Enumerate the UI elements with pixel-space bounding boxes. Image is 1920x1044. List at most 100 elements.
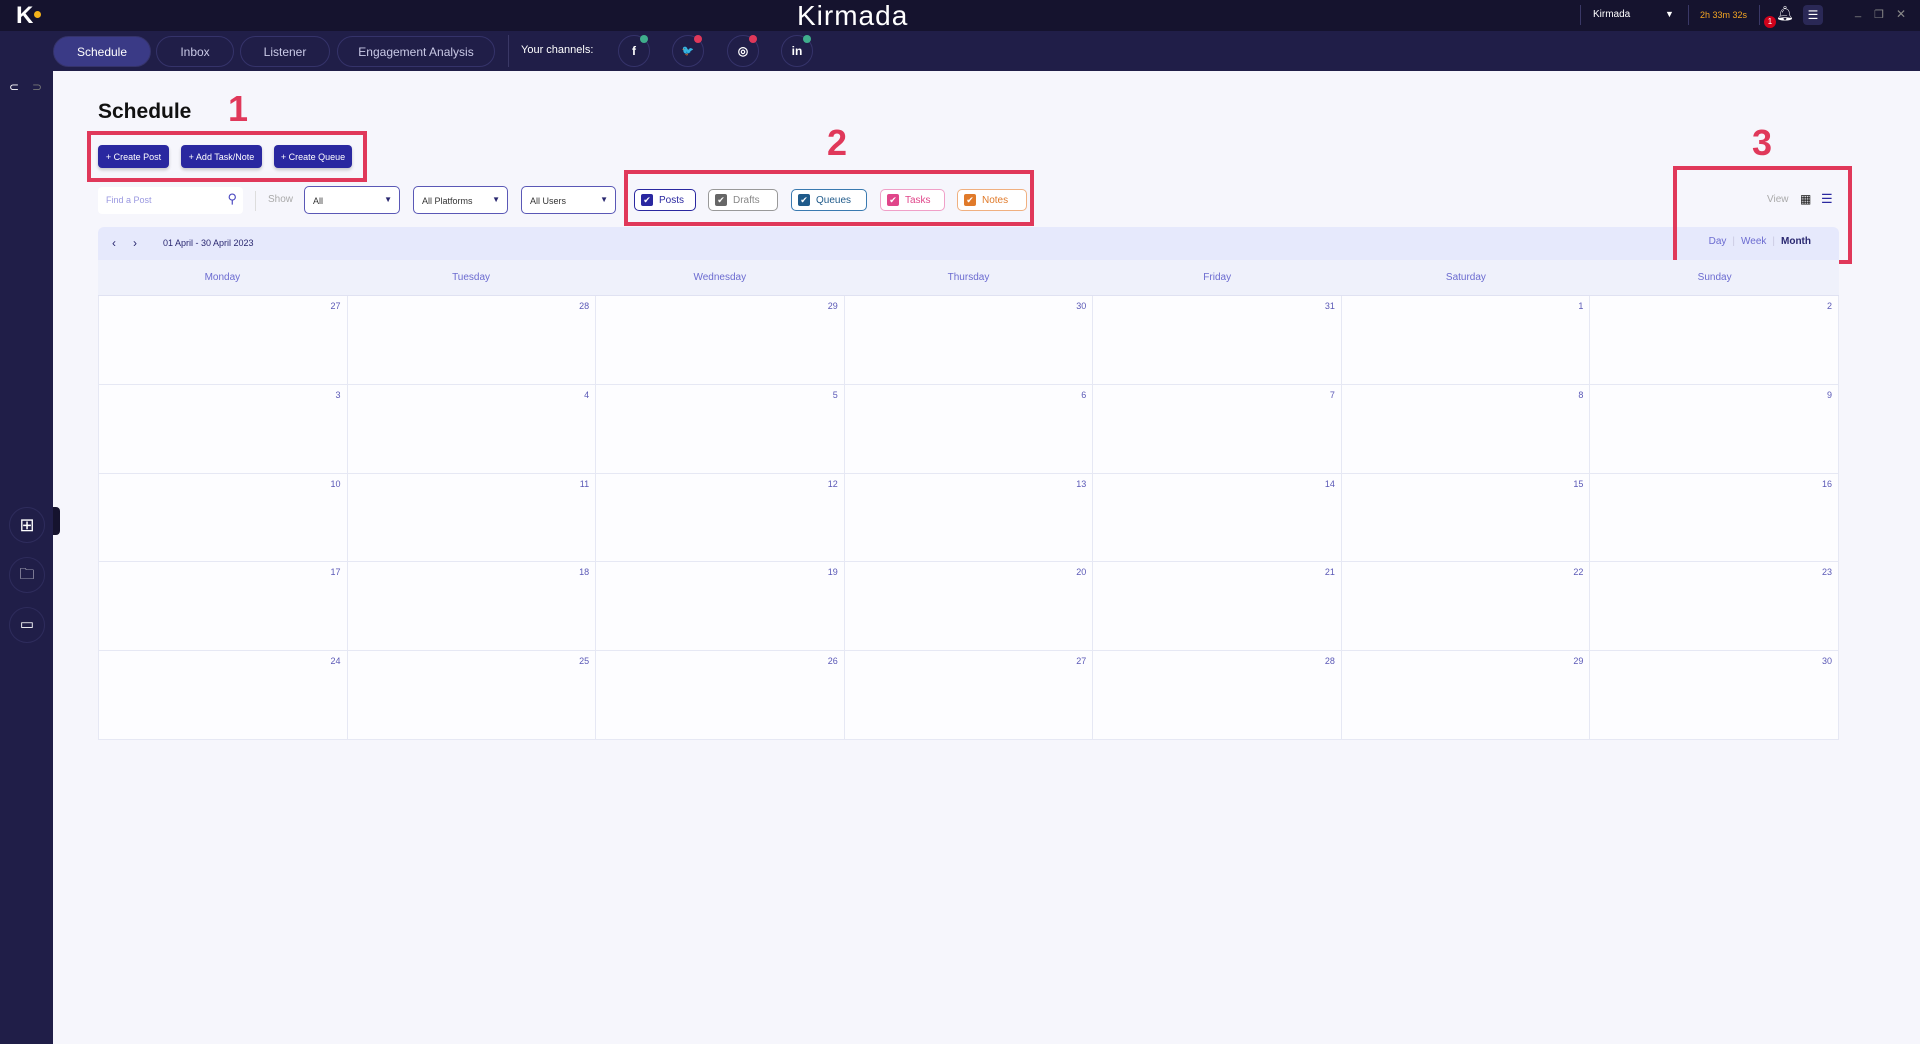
users-select[interactable]: All Users ▼ [521,186,616,214]
prev-month-icon[interactable]: ‹ [112,236,116,250]
date-range: 01 April - 30 April 2023 [163,238,254,248]
day-cell[interactable]: 15 [1341,473,1591,563]
checkbox-checked-icon: ✔ [887,194,899,206]
search-placeholder: Find a Post [106,195,152,205]
filter-label: Queues [816,194,852,206]
day-cell[interactable]: 26 [596,651,845,740]
bell-icon[interactable]: 🔔︎ [1776,5,1794,22]
day-number: 21 [1324,567,1335,578]
day-cell[interactable]: 21 [1093,562,1342,652]
apps-grid-icon[interactable]: ⊞ [9,507,45,543]
month-grid: 27 28 29 30 31 1 2 3 4 5 6 7 8 9 10 11 12 13 14 15 16 17 18 19 2… [98,296,1839,740]
tab-engagement-analysis[interactable]: Engagement Analysis [337,36,495,67]
collapse-left-icon[interactable]: ⊂ [9,80,19,94]
day-cell[interactable]: 22 [1341,562,1591,652]
day-cell[interactable]: 13 [844,473,1094,563]
tab-schedule[interactable]: Schedule [53,36,151,67]
day-number: 7 [1329,389,1335,400]
day-number: 27 [1076,656,1087,667]
menu-icon[interactable]: ☰ [1803,5,1823,25]
type-select[interactable]: All ▼ [304,186,400,214]
day-cell[interactable]: 19 [596,562,845,652]
annotation-2: 2 [827,122,848,163]
calendar-icon[interactable]: ▭ [9,607,45,643]
status-dot [803,35,811,43]
weekday-monday: Monday [204,272,241,283]
status-dot [694,35,702,43]
platform-select[interactable]: All Platforms ▼ [413,186,508,214]
day-cell[interactable]: 23 [1590,562,1839,652]
weekday-header: Monday Tuesday Wednesday Thursday Friday Satu… [98,260,1839,296]
day-number: 25 [579,656,590,667]
tab-listener[interactable]: Listener [240,36,330,67]
day-cell[interactable]: 27 [99,296,348,385]
account-name[interactable]: Kirmada [1593,9,1630,20]
facebook-channel[interactable]: f [618,35,650,67]
linkedin-icon: in [791,44,803,58]
day-cell[interactable]: 30 [1590,651,1839,740]
checkbox-checked-icon: ✔ [798,194,810,206]
day-cell[interactable]: 5 [596,384,845,474]
day-cell[interactable]: 30 [844,296,1094,385]
day-cell[interactable]: 25 [347,651,597,740]
day-cell[interactable]: 14 [1093,473,1342,563]
instagram-channel[interactable]: ◎ [727,35,759,67]
day-number: 20 [1076,567,1087,578]
day-cell[interactable]: 12 [596,473,845,563]
day-cell[interactable]: 29 [596,296,845,385]
day-cell[interactable]: 10 [99,473,348,563]
day-cell[interactable]: 27 [844,651,1094,740]
day-cell[interactable]: 3 [99,384,348,474]
tab-inbox[interactable]: Inbox [156,36,234,67]
day-cell[interactable]: 29 [1341,651,1591,740]
day-cell[interactable]: 31 [1093,296,1342,385]
next-month-icon[interactable]: › [133,236,137,250]
day-cell[interactable]: 28 [1093,651,1342,740]
linkedin-channel[interactable]: in [781,35,813,67]
day-number: 28 [579,301,590,311]
day-cell[interactable]: 1 [1341,296,1591,385]
day-cell[interactable]: 9 [1590,384,1839,474]
day-cell[interactable]: 28 [347,296,597,385]
day-cell[interactable]: 8 [1341,384,1591,474]
day-cell[interactable]: 7 [1093,384,1342,474]
day-number: 10 [330,478,341,489]
minimize-icon[interactable]: _ [1855,6,1861,18]
create-post-button[interactable]: + Create Post [98,145,169,168]
day-cell[interactable]: 11 [347,473,597,563]
day-cell[interactable]: 20 [844,562,1094,652]
day-cell[interactable]: 18 [347,562,597,652]
filter-drafts[interactable]: ✔ Drafts [708,189,778,211]
expand-right-icon[interactable]: ⊃ [32,80,42,94]
status-dot [749,35,757,43]
calendar-header: ‹ › 01 April - 30 April 2023 Day | Week | … [98,227,1839,260]
filter-posts[interactable]: ✔ Posts [634,189,696,211]
restore-icon[interactable]: ❐ [1874,8,1884,21]
day-number: 28 [1324,656,1335,667]
create-queue-button[interactable]: + Create Queue [274,145,352,168]
day-number: 8 [1578,389,1584,400]
search-icon[interactable]: ⚲ [227,191,237,207]
weekday-wednesday: Wednesday [693,272,747,283]
day-cell[interactable]: 6 [844,384,1094,474]
day-number: 4 [584,389,590,400]
day-cell[interactable]: 2 [1590,296,1839,385]
filter-tasks[interactable]: ✔ Tasks [880,189,945,211]
highlight-box-3 [1673,166,1852,264]
day-cell[interactable]: 16 [1590,473,1839,563]
add-task-note-button[interactable]: + Add Task/Note [181,145,262,168]
folder-add-icon[interactable]: 🗀︎ [9,557,45,593]
day-number: 30 [1821,656,1832,667]
day-cell[interactable]: 17 [99,562,348,652]
filter-queues[interactable]: ✔ Queues [791,189,867,211]
day-cell[interactable]: 24 [99,651,348,740]
day-number: 3 [335,389,341,400]
account-dropdown-icon[interactable]: ▼ [1665,9,1674,19]
filter-notes[interactable]: ✔ Notes [957,189,1027,211]
sidebar-drag-handle[interactable] [53,507,60,535]
search-input[interactable]: Find a Post ⚲ [98,187,243,214]
twitter-channel[interactable]: 🐦 [672,35,704,67]
day-cell[interactable]: 4 [347,384,597,474]
close-icon[interactable]: ✕ [1896,7,1906,21]
show-label: Show [268,194,294,205]
